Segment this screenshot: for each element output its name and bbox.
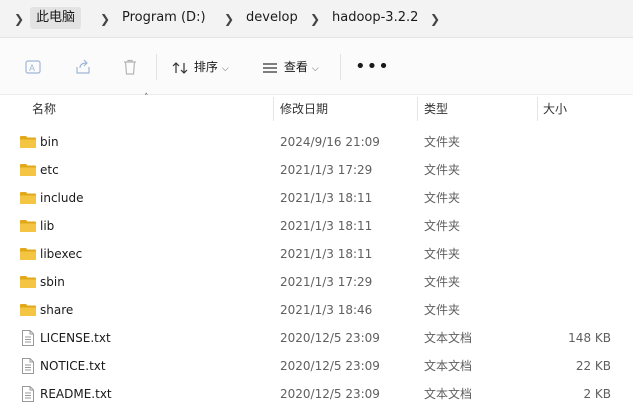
file-type: 文件夹: [424, 247, 461, 261]
column-divider[interactable]: [273, 97, 274, 121]
file-name: include: [40, 191, 84, 205]
breadcrumb: ❯ 此电脑 ❯ Program (D:) ❯ develop ❯ hadoop-…: [0, 0, 633, 38]
delete-icon[interactable]: [121, 58, 139, 76]
file-date: 2020/12/5 23:09: [280, 359, 380, 373]
column-type[interactable]: 类型: [424, 95, 448, 123]
chevron-right-icon[interactable]: ❯: [14, 12, 24, 26]
column-date[interactable]: 修改日期: [280, 95, 328, 123]
folder-icon: [19, 191, 37, 208]
file-date: 2024/9/16 21:09: [280, 135, 380, 149]
view-label: 查看: [283, 60, 308, 74]
file-type: 文件夹: [424, 163, 461, 177]
text-file-icon: [21, 386, 35, 405]
list-item[interactable]: README.txt 2020/12/5 23:09 文本文档 2 KB: [0, 380, 633, 408]
toolbar-divider: [156, 54, 157, 80]
file-type: 文件夹: [424, 191, 461, 205]
sort-ascending-icon: ˄: [144, 93, 149, 103]
file-type: 文件夹: [424, 219, 461, 233]
breadcrumb-develop[interactable]: develop: [240, 7, 304, 29]
toolbar-divider: [340, 54, 341, 80]
list-item[interactable]: bin 2024/9/16 21:09 文件夹: [0, 128, 633, 156]
sort-icon: [172, 61, 188, 74]
list-item[interactable]: NOTICE.txt 2020/12/5 23:09 文本文档 22 KB: [0, 352, 633, 380]
list-item[interactable]: libexec 2021/1/3 18:11 文件夹: [0, 240, 633, 268]
file-name: bin: [40, 135, 59, 149]
column-divider[interactable]: [417, 97, 418, 121]
text-file-icon: [21, 330, 35, 349]
file-size: 2 KB: [583, 387, 611, 401]
column-size[interactable]: 大小: [543, 95, 567, 123]
rename-icon[interactable]: A: [24, 58, 42, 76]
chevron-down-icon: ⌵: [221, 64, 229, 74]
file-type: 文件夹: [424, 135, 461, 149]
column-header: ˄ 名称 修改日期 类型 大小: [0, 93, 633, 123]
sort-button[interactable]: 排序 ⌵: [172, 56, 229, 78]
chevron-right-icon[interactable]: ❯: [310, 12, 320, 26]
chevron-down-icon: ⌵: [311, 64, 319, 74]
file-type: 文本文档: [424, 331, 473, 345]
file-size: 148 KB: [568, 331, 611, 345]
file-date: 2021/1/3 17:29: [280, 163, 373, 177]
share-icon[interactable]: [74, 58, 92, 76]
chevron-right-icon[interactable]: ❯: [224, 12, 234, 26]
view-icon: [263, 62, 277, 73]
column-name[interactable]: 名称: [32, 95, 56, 123]
breadcrumb-drive[interactable]: Program (D:): [116, 7, 212, 29]
file-name: libexec: [40, 247, 83, 261]
svg-text:A: A: [29, 63, 35, 73]
view-button[interactable]: 查看 ⌵: [262, 56, 319, 78]
file-name: lib: [40, 219, 55, 233]
more-options-button[interactable]: •••: [355, 58, 390, 76]
file-name: etc: [40, 163, 59, 177]
file-size: 22 KB: [575, 359, 611, 373]
file-name: README.txt: [40, 387, 112, 401]
list-item[interactable]: lib 2021/1/3 18:11 文件夹: [0, 212, 633, 240]
list-item[interactable]: include 2021/1/3 18:11 文件夹: [0, 184, 633, 212]
file-date: 2021/1/3 17:29: [280, 275, 373, 289]
list-item[interactable]: etc 2021/1/3 17:29 文件夹: [0, 156, 633, 184]
list-item[interactable]: sbin 2021/1/3 17:29 文件夹: [0, 268, 633, 296]
file-type: 文件夹: [424, 275, 461, 289]
folder-icon: [19, 163, 37, 180]
sort-label: 排序: [193, 60, 218, 74]
breadcrumb-hadoop[interactable]: hadoop-3.2.2: [326, 7, 424, 29]
file-date: 2021/1/3 18:11: [280, 247, 373, 261]
folder-icon: [19, 247, 37, 264]
folder-icon: [19, 135, 37, 152]
folder-icon: [19, 303, 37, 320]
breadcrumb-this-pc[interactable]: 此电脑: [30, 7, 82, 29]
command-bar: A 排序 ⌵ 查看 ⌵ •••: [0, 38, 633, 95]
file-type: 文本文档: [424, 387, 473, 401]
file-type: 文本文档: [424, 359, 473, 373]
list-item[interactable]: share 2021/1/3 18:46 文件夹: [0, 296, 633, 324]
folder-icon: [19, 275, 37, 292]
text-file-icon: [21, 358, 35, 377]
file-date: 2021/1/3 18:11: [280, 219, 373, 233]
file-name: LICENSE.txt: [40, 331, 111, 345]
chevron-right-icon[interactable]: ❯: [100, 12, 110, 26]
file-date: 2021/1/3 18:46: [280, 303, 373, 317]
file-date: 2020/12/5 23:09: [280, 387, 380, 401]
column-divider[interactable]: [537, 97, 538, 121]
file-date: 2021/1/3 18:11: [280, 191, 373, 205]
folder-icon: [19, 219, 37, 236]
file-name: share: [40, 303, 74, 317]
file-date: 2020/12/5 23:09: [280, 331, 380, 345]
file-name: sbin: [40, 275, 65, 289]
file-type: 文件夹: [424, 303, 461, 317]
list-item[interactable]: LICENSE.txt 2020/12/5 23:09 文本文档 148 KB: [0, 324, 633, 352]
file-name: NOTICE.txt: [40, 359, 106, 373]
chevron-right-icon[interactable]: ❯: [430, 12, 440, 26]
